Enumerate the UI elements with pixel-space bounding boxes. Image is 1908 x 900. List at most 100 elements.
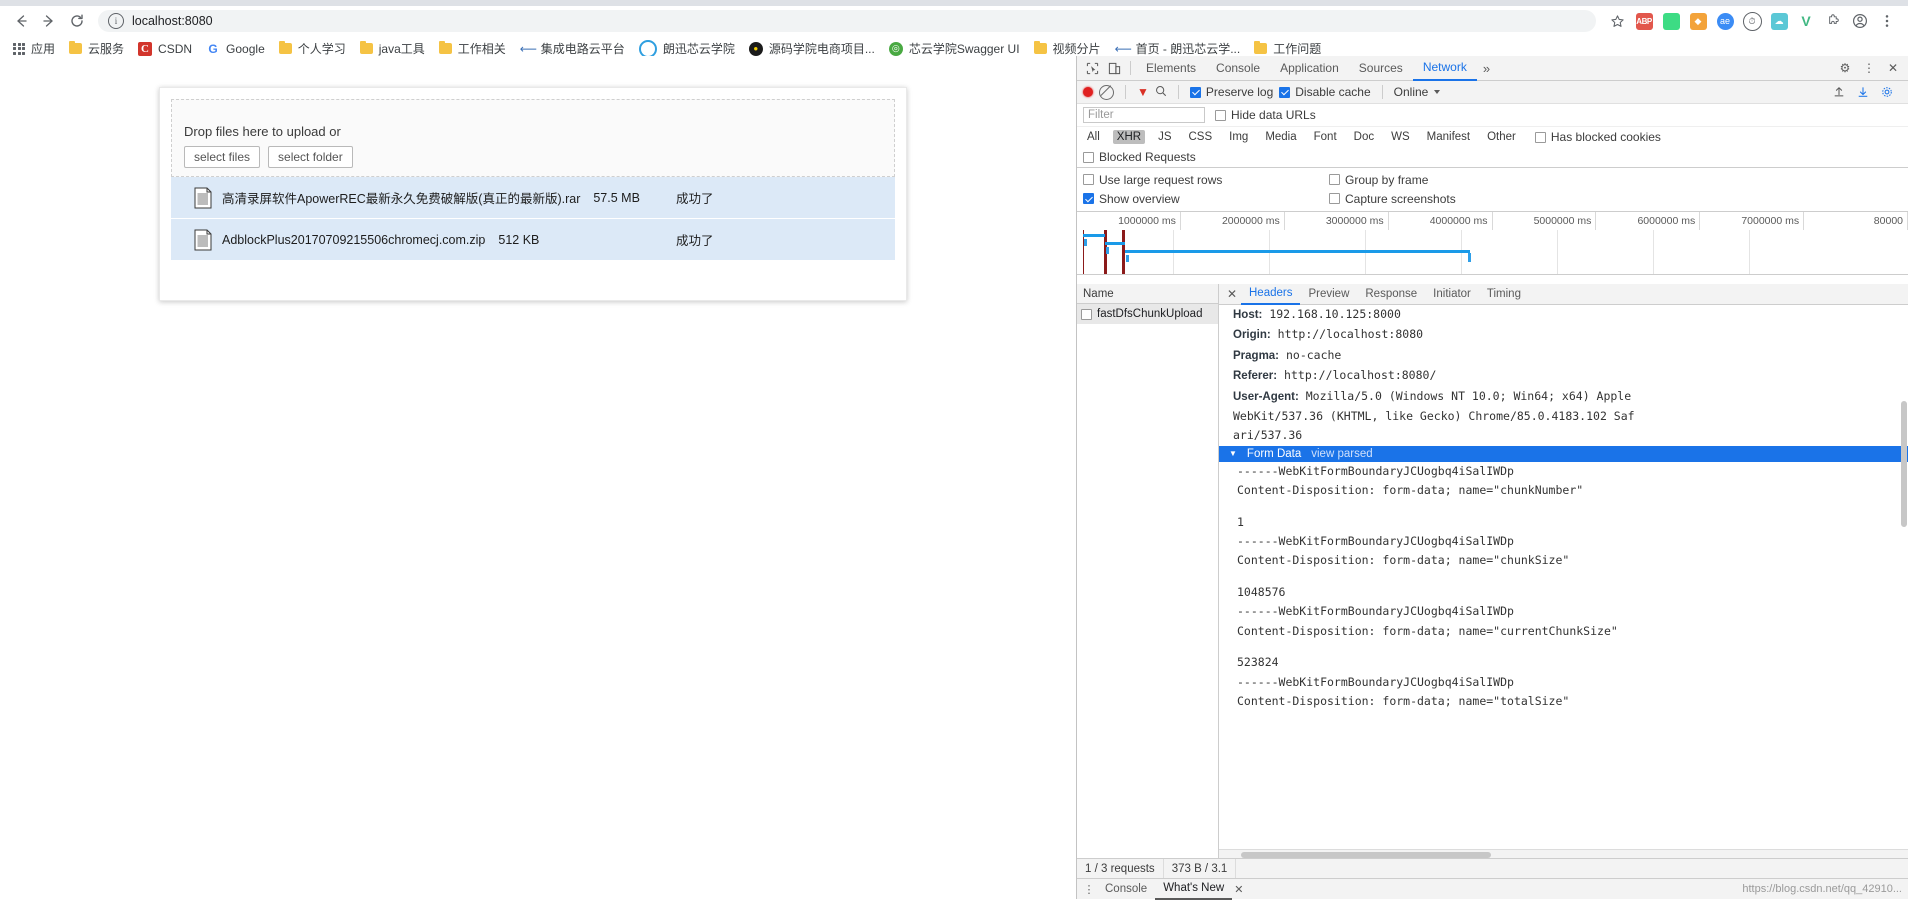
- blocked-requests-checkbox[interactable]: [1083, 151, 1094, 163]
- back-button[interactable]: [8, 8, 34, 34]
- more-tabs-icon[interactable]: »: [1477, 57, 1496, 80]
- clear-button[interactable]: [1099, 84, 1114, 100]
- type-filter-js[interactable]: JS: [1154, 130, 1175, 144]
- extension-icon-blue[interactable]: ae: [1712, 8, 1738, 34]
- group-by-frame-option[interactable]: Group by frame: [1329, 173, 1428, 187]
- preserve-log-checkbox[interactable]: [1189, 86, 1201, 98]
- detail-tab-response[interactable]: Response: [1357, 285, 1425, 304]
- preserve-log-option[interactable]: Preserve log: [1189, 85, 1273, 99]
- detail-tab-timing[interactable]: Timing: [1479, 285, 1529, 304]
- inspect-element-icon[interactable]: [1081, 57, 1103, 79]
- import-har-icon[interactable]: [1828, 81, 1850, 103]
- export-har-icon[interactable]: [1852, 81, 1874, 103]
- detail-vertical-scrollbar[interactable]: [1900, 305, 1908, 859]
- devtools-close-icon[interactable]: ✕: [1882, 57, 1904, 79]
- blocked-requests-option[interactable]: Blocked Requests: [1083, 150, 1196, 164]
- reload-button[interactable]: [64, 8, 90, 34]
- type-filter-media[interactable]: Media: [1261, 130, 1300, 144]
- extension-icon-orange[interactable]: ◆: [1685, 8, 1711, 34]
- request-row[interactable]: fastDfsChunkUpload: [1077, 304, 1218, 324]
- type-filter-doc[interactable]: Doc: [1350, 130, 1378, 144]
- type-filter-manifest[interactable]: Manifest: [1423, 130, 1474, 144]
- filter-icon[interactable]: ▼: [1137, 85, 1149, 99]
- blocked-requests-bar: Blocked Requests: [1077, 147, 1908, 168]
- devtools-settings-icon[interactable]: ⚙: [1834, 57, 1856, 79]
- file-row[interactable]: AdblockPlus20170709215506chromecj.com.zi…: [171, 219, 895, 260]
- hide-data-urls-label: Hide data URLs: [1231, 108, 1316, 122]
- file-row[interactable]: 高清录屏软件ApowerREC最新永久免费破解版(真正的最新版).rar 57.…: [171, 177, 895, 219]
- type-filter-other[interactable]: Other: [1483, 130, 1520, 144]
- type-filter-font[interactable]: Font: [1310, 130, 1341, 144]
- detail-close-icon[interactable]: ✕: [1223, 287, 1241, 301]
- overview-tick: 6000000 ms: [1596, 212, 1701, 230]
- tab-elements[interactable]: Elements: [1136, 57, 1206, 80]
- dropzone[interactable]: Drop files here to upload or select file…: [171, 99, 895, 177]
- show-overview-checkbox[interactable]: [1083, 193, 1094, 204]
- type-filter-xhr[interactable]: XHR: [1112, 130, 1146, 144]
- profile-avatar-icon[interactable]: [1847, 8, 1873, 34]
- network-overview[interactable]: 1000000 ms 2000000 ms 3000000 ms 4000000…: [1077, 212, 1908, 275]
- extension-icon-vue[interactable]: V: [1793, 8, 1819, 34]
- tab-network[interactable]: Network: [1412, 56, 1477, 81]
- tab-sources[interactable]: Sources: [1349, 57, 1413, 80]
- drawer-tab-console[interactable]: Console: [1097, 880, 1155, 899]
- select-folder-button[interactable]: select folder: [268, 146, 353, 168]
- overview-timeline[interactable]: [1077, 230, 1908, 274]
- search-icon[interactable]: [1155, 85, 1167, 100]
- chrome-menu-icon[interactable]: [1874, 8, 1900, 34]
- use-large-request-rows-checkbox[interactable]: [1083, 174, 1094, 185]
- header-line-cont: ari/537.36: [1219, 426, 1908, 445]
- detail-tab-headers[interactable]: Headers: [1241, 284, 1301, 305]
- extension-icon-green[interactable]: [1658, 8, 1684, 34]
- extension-icon-adblock[interactable]: ABP: [1631, 8, 1657, 34]
- toggle-device-toolbar-icon[interactable]: [1103, 57, 1125, 79]
- has-blocked-cookies-option[interactable]: Has blocked cookies: [1534, 130, 1661, 144]
- show-overview-option[interactable]: Show overview: [1083, 192, 1329, 206]
- overview-tick: 80000: [1804, 212, 1908, 230]
- group-by-frame-checkbox[interactable]: [1329, 174, 1340, 185]
- disable-cache-option[interactable]: Disable cache: [1279, 85, 1371, 99]
- has-blocked-cookies-checkbox[interactable]: [1534, 131, 1546, 143]
- filter-input[interactable]: Filter: [1083, 107, 1205, 123]
- detail-tab-preview[interactable]: Preview: [1300, 285, 1357, 304]
- extension-icon-clock[interactable]: ⏱: [1739, 8, 1765, 34]
- chevron-down-icon[interactable]: ▼: [1229, 449, 1237, 458]
- group-by-frame-label: Group by frame: [1345, 172, 1429, 187]
- view-parsed-link[interactable]: view parsed: [1311, 448, 1372, 460]
- clock-glyph: ⏱: [1742, 11, 1762, 31]
- headers-body[interactable]: Host: 192.168.10.125:8000 Origin: http:/…: [1219, 305, 1908, 859]
- drawer-close-icon[interactable]: ✕: [1234, 883, 1243, 896]
- tab-console[interactable]: Console: [1206, 57, 1270, 80]
- drawer-tab-whats-new[interactable]: What's New: [1155, 879, 1233, 900]
- extension-icon-teal[interactable]: ☁: [1766, 8, 1792, 34]
- type-filter-ws[interactable]: WS: [1387, 130, 1414, 144]
- network-settings-icon[interactable]: [1876, 81, 1898, 103]
- devtools-kebab-icon[interactable]: ⋮: [1858, 57, 1880, 79]
- hide-data-urls-checkbox[interactable]: [1215, 109, 1226, 121]
- type-filter-all[interactable]: All: [1083, 130, 1104, 144]
- tab-application[interactable]: Application: [1270, 57, 1349, 80]
- extensions-puzzle-icon[interactable]: [1820, 8, 1846, 34]
- use-large-request-rows-option[interactable]: Use large request rows: [1083, 173, 1329, 187]
- capture-screenshots-option[interactable]: Capture screenshots: [1329, 192, 1456, 206]
- chevron-down-icon[interactable]: [1434, 90, 1441, 94]
- throttling-select[interactable]: Online: [1394, 85, 1429, 99]
- site-info-icon[interactable]: i: [108, 13, 124, 29]
- forward-button[interactable]: [36, 8, 62, 34]
- address-bar[interactable]: i localhost:8080: [98, 10, 1596, 32]
- bookmark-star-icon[interactable]: [1604, 8, 1630, 34]
- address-bar-url: localhost:8080: [132, 14, 213, 28]
- record-button[interactable]: [1083, 87, 1093, 97]
- form-data-section-header[interactable]: ▼ Form Data view parsed: [1219, 445, 1908, 462]
- capture-screenshots-checkbox[interactable]: [1329, 193, 1340, 204]
- disable-cache-checkbox[interactable]: [1279, 86, 1291, 98]
- type-filter-img[interactable]: Img: [1225, 130, 1252, 144]
- drawer-menu-icon[interactable]: ⋮: [1081, 883, 1097, 896]
- hide-data-urls-option[interactable]: Hide data URLs: [1215, 108, 1316, 122]
- request-list-header[interactable]: Name: [1077, 284, 1218, 304]
- type-filter-css[interactable]: CSS: [1184, 130, 1216, 144]
- black-dot-icon: ●: [748, 41, 763, 56]
- select-files-button[interactable]: select files: [184, 146, 261, 168]
- detail-tab-initiator[interactable]: Initiator: [1425, 285, 1479, 304]
- scroll-thumb[interactable]: [1901, 401, 1907, 527]
